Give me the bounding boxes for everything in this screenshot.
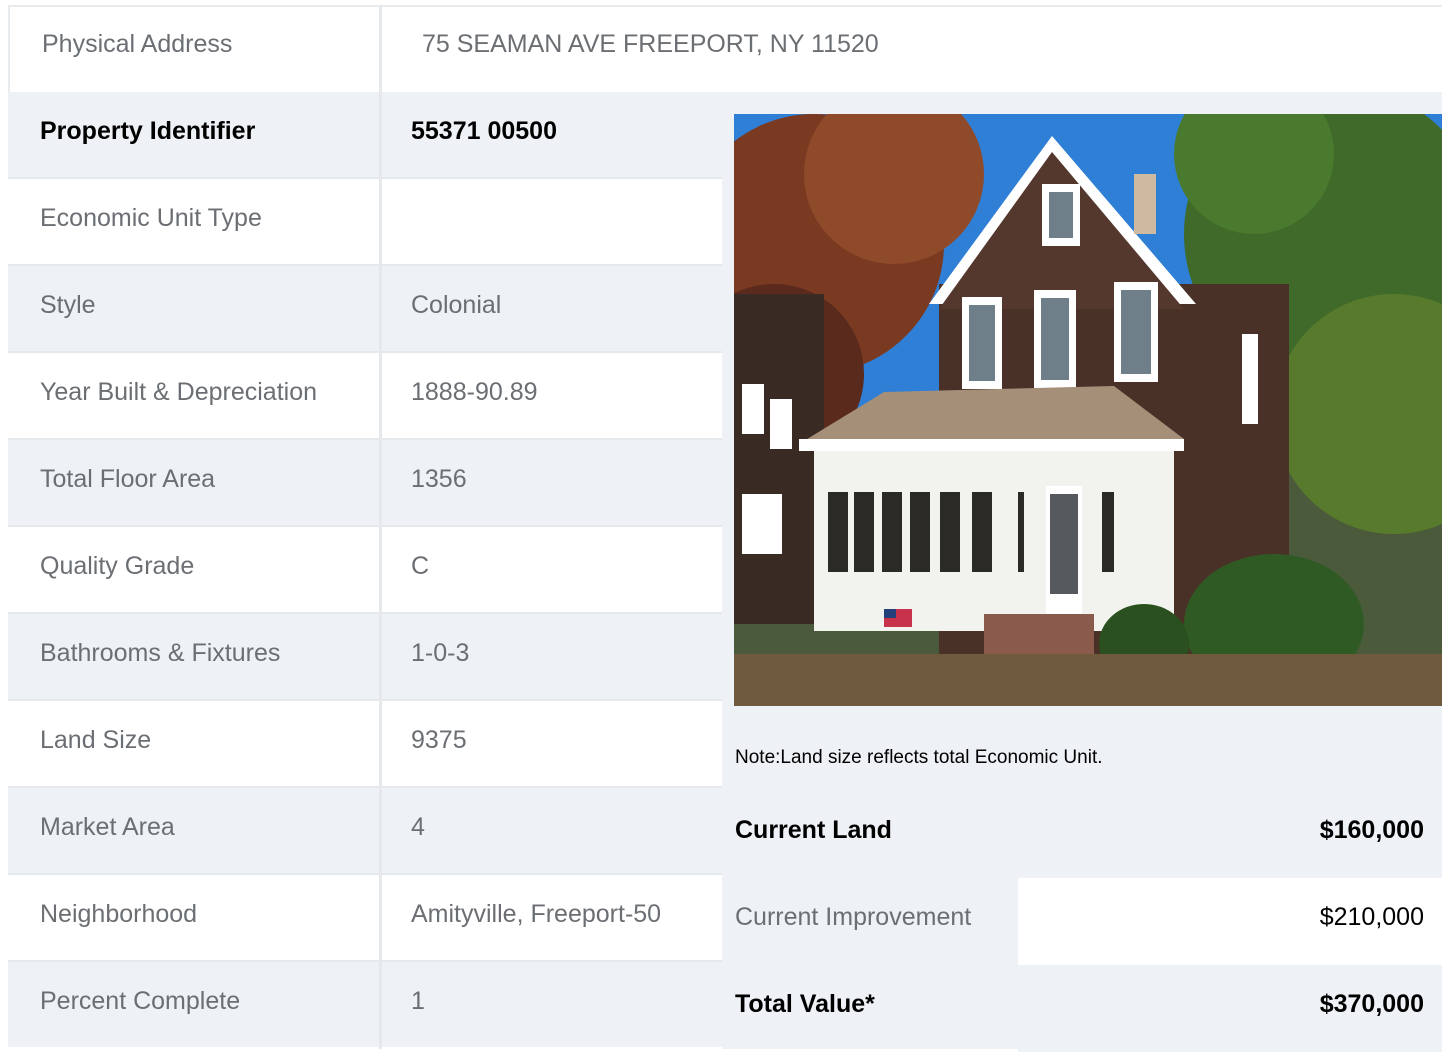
detail-row-percent-complete: Percent Complete 1 [8, 962, 723, 1047]
photo-and-valuation-panel: Note:Land size reflects total Economic U… [722, 92, 1442, 1052]
total-value-label: Total Value* [735, 990, 875, 1018]
detail-value: 1356 [411, 465, 467, 493]
detail-value: Amityville, Freeport-50 [411, 900, 662, 928]
current-improvement-value: $210,000 [1319, 903, 1424, 931]
detail-label: Year Built & Depreciation [40, 378, 318, 406]
detail-row-property-identifier: Property Identifier 55371 00500 [8, 92, 723, 179]
detail-row-bathrooms: Bathrooms & Fixtures 1-0-3 [8, 614, 723, 701]
detail-row-land-size: Land Size 9375 [8, 701, 723, 788]
current-land-row: Current Land $160,000 [722, 791, 1442, 878]
current-land-value: $160,000 [1319, 816, 1424, 844]
address-label: Physical Address [42, 30, 233, 58]
detail-row-year-built: Year Built & Depreciation 1888-90.89 [8, 353, 723, 440]
total-value-row: Total Value* $370,000 [722, 965, 1442, 1052]
detail-label: Style [40, 291, 96, 319]
detail-label: Total Floor Area [40, 465, 216, 493]
address-row: Physical Address 75 SEAMAN AVE FREEPORT,… [8, 5, 1442, 92]
detail-label: Percent Complete [40, 987, 241, 1015]
detail-value: 55371 00500 [411, 117, 557, 145]
detail-label: Property Identifier [40, 117, 256, 145]
detail-row-neighborhood: Neighborhood Amityville, Freeport-50 [8, 875, 723, 962]
detail-value: 4 [411, 813, 425, 841]
details-table: Property Identifier 55371 00500 Economic… [8, 92, 723, 1047]
property-photo [734, 114, 1442, 706]
detail-row-quality-grade: Quality Grade C [8, 527, 723, 614]
detail-label: Neighborhood [40, 900, 198, 928]
detail-value: 1888-90.89 [411, 378, 538, 406]
current-improvement-row: Current Improvement $210,000 [722, 878, 1442, 965]
detail-row-style: Style Colonial [8, 266, 723, 353]
detail-value: 1-0-3 [411, 639, 470, 667]
detail-value: 1 [411, 987, 425, 1015]
detail-label: Land Size [40, 726, 152, 754]
detail-value: Colonial [411, 291, 502, 319]
detail-row-market-area: Market Area 4 [8, 788, 723, 875]
detail-label: Bathrooms & Fixtures [40, 639, 281, 667]
detail-row-total-floor-area: Total Floor Area 1356 [8, 440, 723, 527]
column-divider [379, 5, 382, 1049]
address-value: 75 SEAMAN AVE FREEPORT, NY 11520 [422, 30, 879, 58]
house-photo-image [734, 114, 1442, 706]
current-land-label: Current Land [735, 816, 892, 844]
detail-value: C [411, 552, 430, 580]
land-size-note: Note:Land size reflects total Economic U… [735, 747, 1103, 768]
detail-value: 9375 [411, 726, 467, 754]
property-record: Physical Address 75 SEAMAN AVE FREEPORT,… [8, 5, 1442, 1052]
total-value-value: $370,000 [1319, 990, 1424, 1018]
current-improvement-label: Current Improvement [735, 903, 972, 931]
detail-label: Quality Grade [40, 552, 195, 580]
detail-label: Market Area [40, 813, 175, 841]
detail-label: Economic Unit Type [40, 204, 262, 232]
detail-row-economic-unit-type: Economic Unit Type [8, 179, 723, 266]
